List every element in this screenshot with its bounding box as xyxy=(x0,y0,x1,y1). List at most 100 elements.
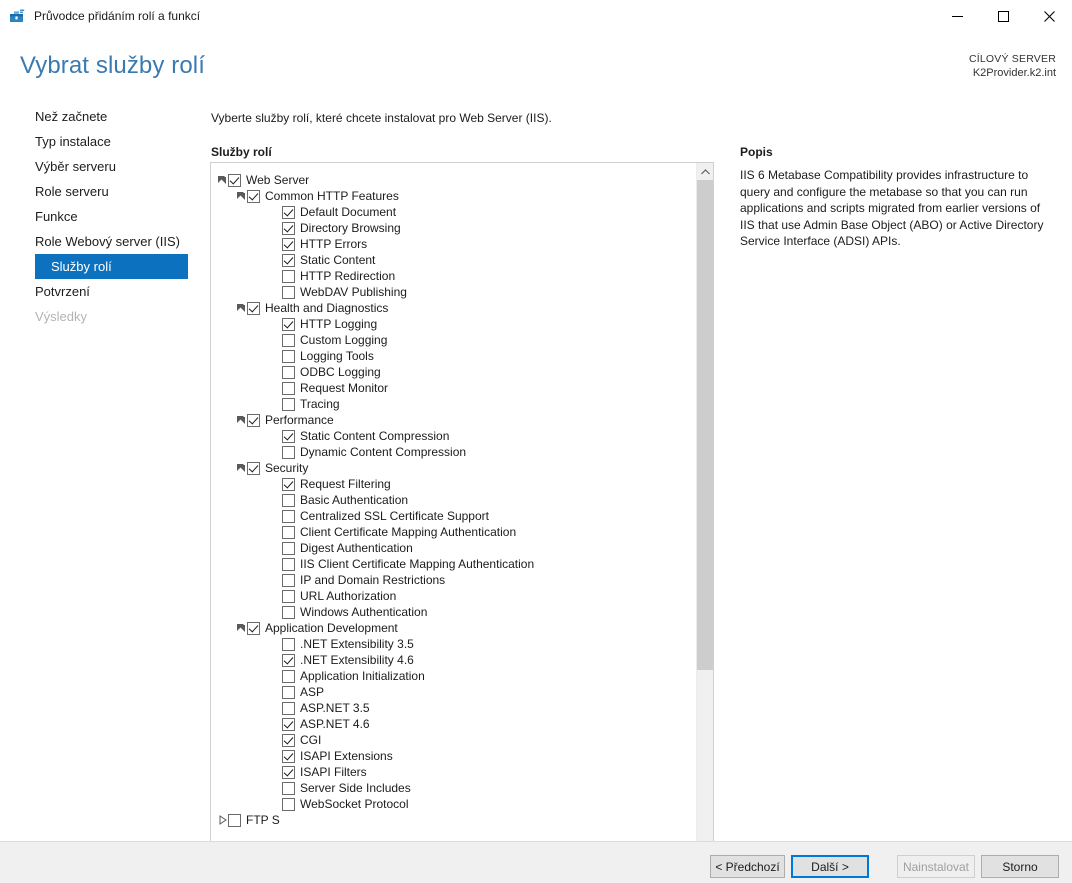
sidebar-item-4[interactable]: Funkce xyxy=(0,204,190,229)
checkbox[interactable] xyxy=(228,173,241,187)
checkbox[interactable] xyxy=(282,221,295,235)
tree-row[interactable]: ISAPI Extensions xyxy=(211,748,695,764)
checkbox[interactable] xyxy=(282,429,295,443)
tree-row[interactable]: HTTP Logging xyxy=(211,316,695,332)
checkbox[interactable] xyxy=(247,621,260,635)
tree-row[interactable]: Windows Authentication xyxy=(211,604,695,620)
expander-open-icon[interactable] xyxy=(236,412,247,428)
tree-row[interactable]: Web Server xyxy=(211,172,695,188)
checkbox[interactable] xyxy=(282,765,295,779)
sidebar-item-5[interactable]: Role Webový server (IIS) xyxy=(0,229,190,254)
tree-row[interactable]: .NET Extensibility 4.6 xyxy=(211,652,695,668)
tree-row[interactable]: ISAPI Filters xyxy=(211,764,695,780)
tree-row[interactable]: Digest Authentication xyxy=(211,540,695,556)
tree-row[interactable]: Dynamic Content Compression xyxy=(211,444,695,460)
tree-row[interactable]: Performance xyxy=(211,412,695,428)
sidebar-item-2[interactable]: Výběr serveru xyxy=(0,154,190,179)
checkbox[interactable] xyxy=(282,749,295,763)
maximize-button[interactable] xyxy=(980,0,1026,32)
checkbox[interactable] xyxy=(282,509,295,523)
checkbox[interactable] xyxy=(247,301,260,315)
expander-open-icon[interactable] xyxy=(236,300,247,316)
expander-open-icon[interactable] xyxy=(217,172,228,188)
tree-row[interactable]: WebSocket Protocol xyxy=(211,796,695,812)
checkbox[interactable] xyxy=(282,685,295,699)
scroll-up-icon[interactable] xyxy=(697,163,713,180)
checkbox[interactable] xyxy=(282,397,295,411)
tree-row[interactable]: CGI xyxy=(211,732,695,748)
tree-row[interactable]: Default Document xyxy=(211,204,695,220)
checkbox[interactable] xyxy=(282,701,295,715)
expander-open-icon[interactable] xyxy=(236,188,247,204)
role-services-tree[interactable]: Web Server Common HTTP Features Default Do… xyxy=(210,162,714,883)
checkbox[interactable] xyxy=(282,541,295,555)
scrollbar-thumb[interactable] xyxy=(697,180,713,670)
tree-row[interactable]: Client Certificate Mapping Authenticatio… xyxy=(211,524,695,540)
checkbox[interactable] xyxy=(247,413,260,427)
checkbox[interactable] xyxy=(282,797,295,811)
cancel-button[interactable]: Storno xyxy=(981,855,1059,878)
checkbox[interactable] xyxy=(282,493,295,507)
tree-row[interactable]: ASP.NET 3.5 xyxy=(211,700,695,716)
tree-row[interactable]: HTTP Errors xyxy=(211,236,695,252)
checkbox[interactable] xyxy=(282,557,295,571)
minimize-button[interactable] xyxy=(934,0,980,32)
checkbox[interactable] xyxy=(282,333,295,347)
checkbox[interactable] xyxy=(282,253,295,267)
checkbox[interactable] xyxy=(282,669,295,683)
checkbox[interactable] xyxy=(282,525,295,539)
checkbox[interactable] xyxy=(282,781,295,795)
tree-row[interactable]: Health and Diagnostics xyxy=(211,300,695,316)
checkbox[interactable] xyxy=(282,205,295,219)
checkbox[interactable] xyxy=(282,653,295,667)
sidebar-item-0[interactable]: Než začnete xyxy=(0,104,190,129)
checkbox[interactable] xyxy=(228,813,241,827)
sidebar-item-1[interactable]: Typ instalace xyxy=(0,129,190,154)
previous-button[interactable]: < Předchozí xyxy=(710,855,785,878)
tree-row[interactable]: URL Authorization xyxy=(211,588,695,604)
tree-row[interactable]: Static Content Compression xyxy=(211,428,695,444)
sidebar-item-3[interactable]: Role serveru xyxy=(0,179,190,204)
role-services-list[interactable]: Web Server Common HTTP Features Default Do… xyxy=(211,163,695,883)
checkbox[interactable] xyxy=(282,637,295,651)
tree-row[interactable]: Request Filtering xyxy=(211,476,695,492)
checkbox[interactable] xyxy=(282,285,295,299)
checkbox[interactable] xyxy=(282,717,295,731)
checkbox[interactable] xyxy=(282,573,295,587)
tree-row[interactable]: Request Monitor xyxy=(211,380,695,396)
tree-row[interactable]: ASP.NET 4.6 xyxy=(211,716,695,732)
tree-row[interactable]: Tracing xyxy=(211,396,695,412)
expander-open-icon[interactable] xyxy=(236,460,247,476)
checkbox[interactable] xyxy=(247,189,260,203)
checkbox[interactable] xyxy=(282,381,295,395)
tree-row[interactable]: ODBC Logging xyxy=(211,364,695,380)
sidebar-item-7[interactable]: Potvrzení xyxy=(0,279,190,304)
tree-row[interactable]: Centralized SSL Certificate Support xyxy=(211,508,695,524)
tree-row[interactable]: Static Content xyxy=(211,252,695,268)
expander-open-icon[interactable] xyxy=(236,620,247,636)
tree-row[interactable]: Application Development xyxy=(211,620,695,636)
tree-scrollbar[interactable] xyxy=(696,163,713,883)
tree-row[interactable]: ASP xyxy=(211,684,695,700)
close-button[interactable] xyxy=(1026,0,1072,32)
checkbox[interactable] xyxy=(282,317,295,331)
checkbox[interactable] xyxy=(282,237,295,251)
checkbox[interactable] xyxy=(282,365,295,379)
tree-row[interactable]: Common HTTP Features xyxy=(211,188,695,204)
tree-row[interactable]: Logging Tools xyxy=(211,348,695,364)
tree-row[interactable]: Directory Browsing xyxy=(211,220,695,236)
checkbox[interactable] xyxy=(282,733,295,747)
tree-row[interactable]: IP and Domain Restrictions xyxy=(211,572,695,588)
checkbox[interactable] xyxy=(282,477,295,491)
tree-row[interactable]: WebDAV Publishing xyxy=(211,284,695,300)
checkbox[interactable] xyxy=(282,445,295,459)
expander-collapsed-icon[interactable] xyxy=(217,812,228,828)
next-button[interactable]: Další > xyxy=(791,855,869,878)
sidebar-item-6[interactable]: Služby rolí xyxy=(35,254,188,279)
tree-row[interactable]: .NET Extensibility 3.5 xyxy=(211,636,695,652)
tree-row[interactable]: Custom Logging xyxy=(211,332,695,348)
tree-row[interactable]: Security xyxy=(211,460,695,476)
checkbox[interactable] xyxy=(282,605,295,619)
tree-row[interactable]: FTP S xyxy=(211,812,695,828)
tree-row[interactable]: Application Initialization xyxy=(211,668,695,684)
